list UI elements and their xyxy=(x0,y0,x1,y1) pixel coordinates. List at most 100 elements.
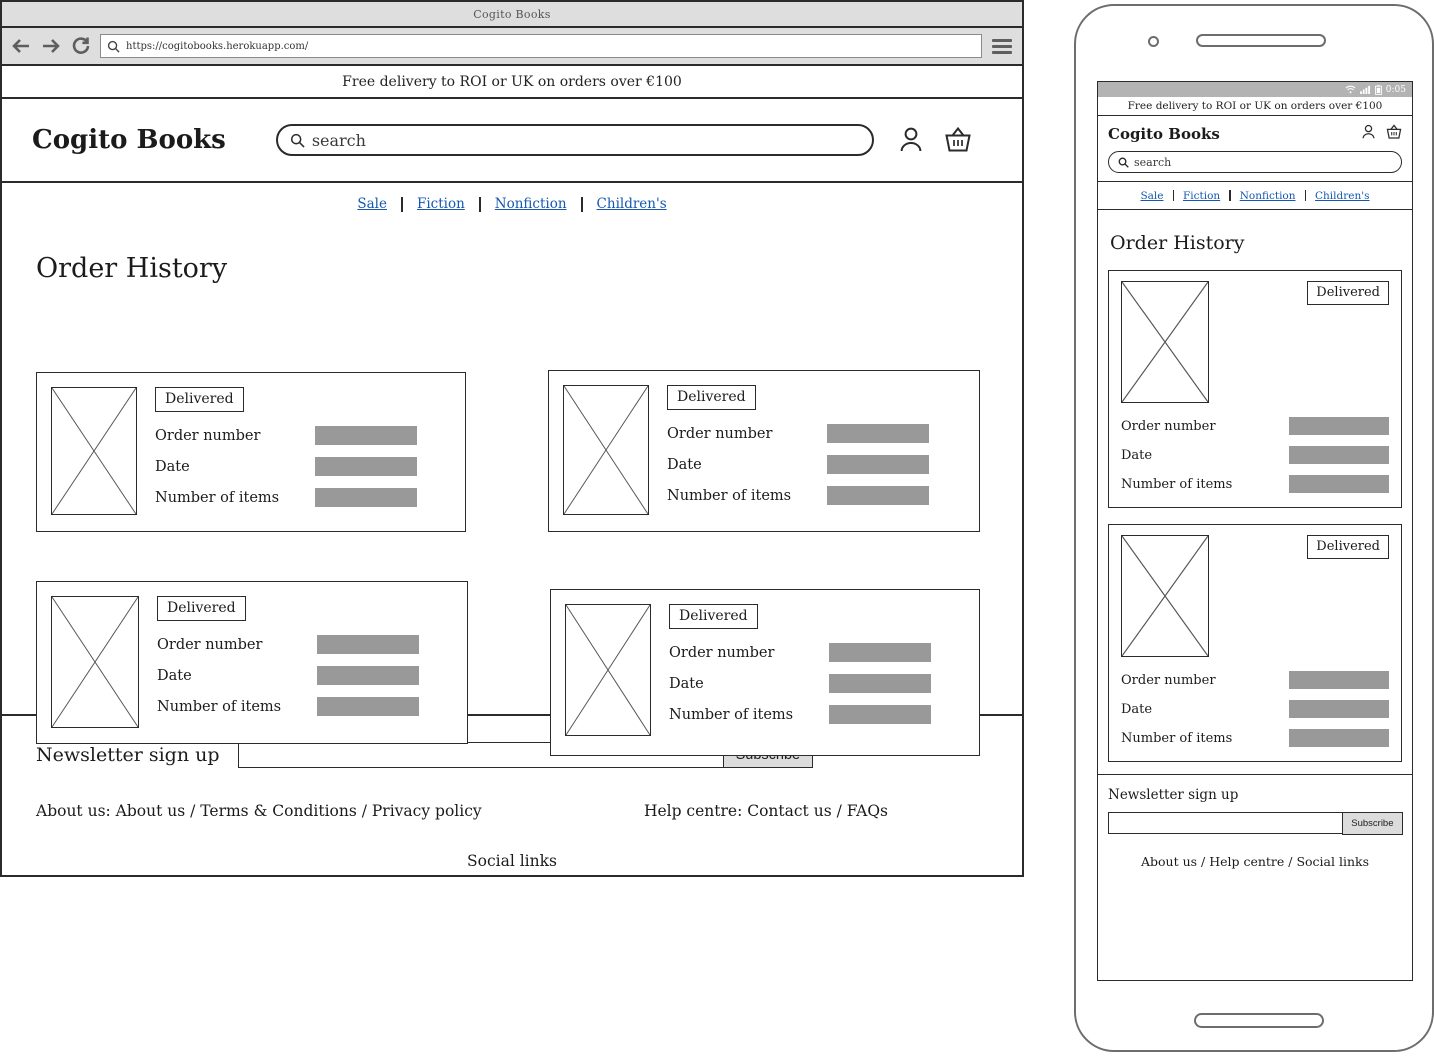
date-value xyxy=(1289,700,1389,718)
mobile-newsletter-label: Newsletter sign up xyxy=(1108,787,1239,803)
order-card[interactable]: Delivered Order number Date Number of it… xyxy=(550,589,980,756)
items-value xyxy=(1289,729,1389,747)
browser-titlebar: Cogito Books xyxy=(2,2,1022,28)
mobile-nav-link-childrens[interactable]: Children's xyxy=(1306,190,1379,202)
status-badge: Delivered xyxy=(669,604,758,629)
items-label: Number of items xyxy=(155,489,280,506)
order-row: Order number xyxy=(667,424,929,443)
order-card[interactable]: Delivered Order number Date Number of it… xyxy=(1108,270,1402,508)
home-button[interactable] xyxy=(1194,1013,1324,1028)
book-image-placeholder xyxy=(51,596,139,728)
about-links[interactable]: About us: About us / Terms & Conditions … xyxy=(36,802,482,820)
date-value xyxy=(317,666,419,685)
phone-screen: 0:05 Free delivery to ROI or UK on order… xyxy=(1097,81,1413,981)
order-row: Order number xyxy=(157,635,419,654)
mobile-promo-text: Free delivery to ROI or UK on orders ove… xyxy=(1127,100,1383,112)
mobile-nav-link-fiction[interactable]: Fiction xyxy=(1174,190,1229,202)
back-arrow-icon[interactable] xyxy=(10,35,32,57)
date-value xyxy=(315,457,417,476)
items-label: Number of items xyxy=(157,698,282,715)
date-value xyxy=(827,455,929,474)
mobile-nav-link-nonfiction[interactable]: Nonfiction xyxy=(1231,190,1305,202)
items-value xyxy=(317,697,419,716)
date-label: Date xyxy=(157,667,192,684)
order-number-value xyxy=(827,424,929,443)
mobile-newsletter-email-input[interactable]: Subscribe xyxy=(1108,811,1403,835)
user-account-icon[interactable] xyxy=(1361,124,1376,144)
order-row: Date xyxy=(667,455,929,474)
battery-icon xyxy=(1374,84,1382,95)
help-links[interactable]: Help centre: Contact us / FAQs xyxy=(644,802,988,820)
site-header: Cogito Books search xyxy=(2,99,1022,183)
search-icon xyxy=(290,133,305,148)
nav-link-fiction[interactable]: Fiction xyxy=(403,196,479,212)
order-row: Date xyxy=(1121,700,1389,718)
search-icon xyxy=(107,40,120,53)
order-row: Order number xyxy=(669,643,931,662)
status-badge: Delivered xyxy=(667,385,756,410)
shopping-basket-icon[interactable] xyxy=(944,126,972,154)
search-input[interactable]: search xyxy=(275,124,874,156)
order-number-value xyxy=(829,643,931,662)
order-number-label: Order number xyxy=(155,427,261,444)
order-number-label: Order number xyxy=(1121,418,1216,434)
category-nav: Sale Fiction Nonfiction Children's xyxy=(2,183,1022,225)
order-row: Number of items xyxy=(669,705,931,724)
date-label: Date xyxy=(667,456,702,473)
browser-window: Cogito Books https://cogitobooks.herokua… xyxy=(0,0,1024,877)
promo-banner-text: Free delivery to ROI or UK on orders ove… xyxy=(342,73,682,90)
order-number-value xyxy=(1289,671,1389,689)
brand-logo[interactable]: Cogito Books xyxy=(32,125,226,155)
order-card[interactable]: Delivered Order number Date Number of it… xyxy=(1108,524,1402,762)
forward-arrow-icon[interactable] xyxy=(40,35,62,57)
nav-link-childrens[interactable]: Children's xyxy=(583,196,681,212)
items-value xyxy=(829,705,931,724)
items-label: Number of items xyxy=(667,487,792,504)
nav-link-sale[interactable]: Sale xyxy=(343,196,401,212)
url-bar[interactable]: https://cogitobooks.herokuapp.com/ xyxy=(100,34,982,58)
date-value xyxy=(1289,446,1389,464)
order-row: Order number xyxy=(155,426,417,445)
header-icons xyxy=(898,126,992,154)
order-card[interactable]: Delivered Order number Date Number of it… xyxy=(548,370,980,532)
search-placeholder: search xyxy=(311,130,366,150)
user-account-icon[interactable] xyxy=(898,126,924,154)
mobile-subscribe-button[interactable]: Subscribe xyxy=(1342,811,1403,835)
signal-bars-icon xyxy=(1359,85,1371,94)
order-number-value xyxy=(315,426,417,445)
nav-link-nonfiction[interactable]: Nonfiction xyxy=(481,196,581,212)
wifi-icon xyxy=(1345,85,1356,94)
mobile-header: Cogito Books search xyxy=(1098,116,1412,182)
order-card[interactable]: Delivered Order number Date Number of it… xyxy=(36,581,468,744)
url-text: https://cogitobooks.herokuapp.com/ xyxy=(126,40,309,52)
mobile-footer-links[interactable]: About us / Help centre / Social links xyxy=(1108,854,1402,869)
items-value xyxy=(1289,475,1389,493)
newsletter-label: Newsletter sign up xyxy=(36,744,220,766)
order-row: Number of items xyxy=(667,486,929,505)
mobile-order-list: Delivered Order number Date Number of it… xyxy=(1098,254,1412,762)
social-links[interactable]: Social links xyxy=(2,852,1022,870)
window-title: Cogito Books xyxy=(473,7,551,21)
order-row: Number of items xyxy=(1121,475,1389,493)
reload-icon[interactable] xyxy=(70,35,92,57)
hamburger-menu-icon[interactable] xyxy=(990,34,1014,58)
mobile-search-input[interactable]: search xyxy=(1108,151,1402,173)
items-value xyxy=(827,486,929,505)
order-row: Date xyxy=(669,674,931,693)
shopping-basket-icon[interactable] xyxy=(1386,124,1402,144)
date-label: Date xyxy=(1121,447,1153,463)
order-card[interactable]: Delivered Order number Date Number of it… xyxy=(36,372,466,532)
book-image-placeholder xyxy=(1121,535,1209,657)
order-row: Number of items xyxy=(155,488,417,507)
mobile-brand-logo[interactable]: Cogito Books xyxy=(1108,125,1220,143)
mobile-nav-link-sale[interactable]: Sale xyxy=(1131,190,1172,202)
status-badge: Delivered xyxy=(155,387,244,412)
items-label: Number of items xyxy=(669,706,794,723)
date-label: Date xyxy=(155,458,190,475)
date-value xyxy=(829,674,931,693)
order-number-label: Order number xyxy=(667,425,773,442)
order-row: Number of items xyxy=(1121,729,1389,747)
order-list: Delivered Order number Date Number of it… xyxy=(2,284,1022,756)
items-label: Number of items xyxy=(1121,730,1233,746)
mobile-page-title: Order History xyxy=(1110,232,1245,254)
